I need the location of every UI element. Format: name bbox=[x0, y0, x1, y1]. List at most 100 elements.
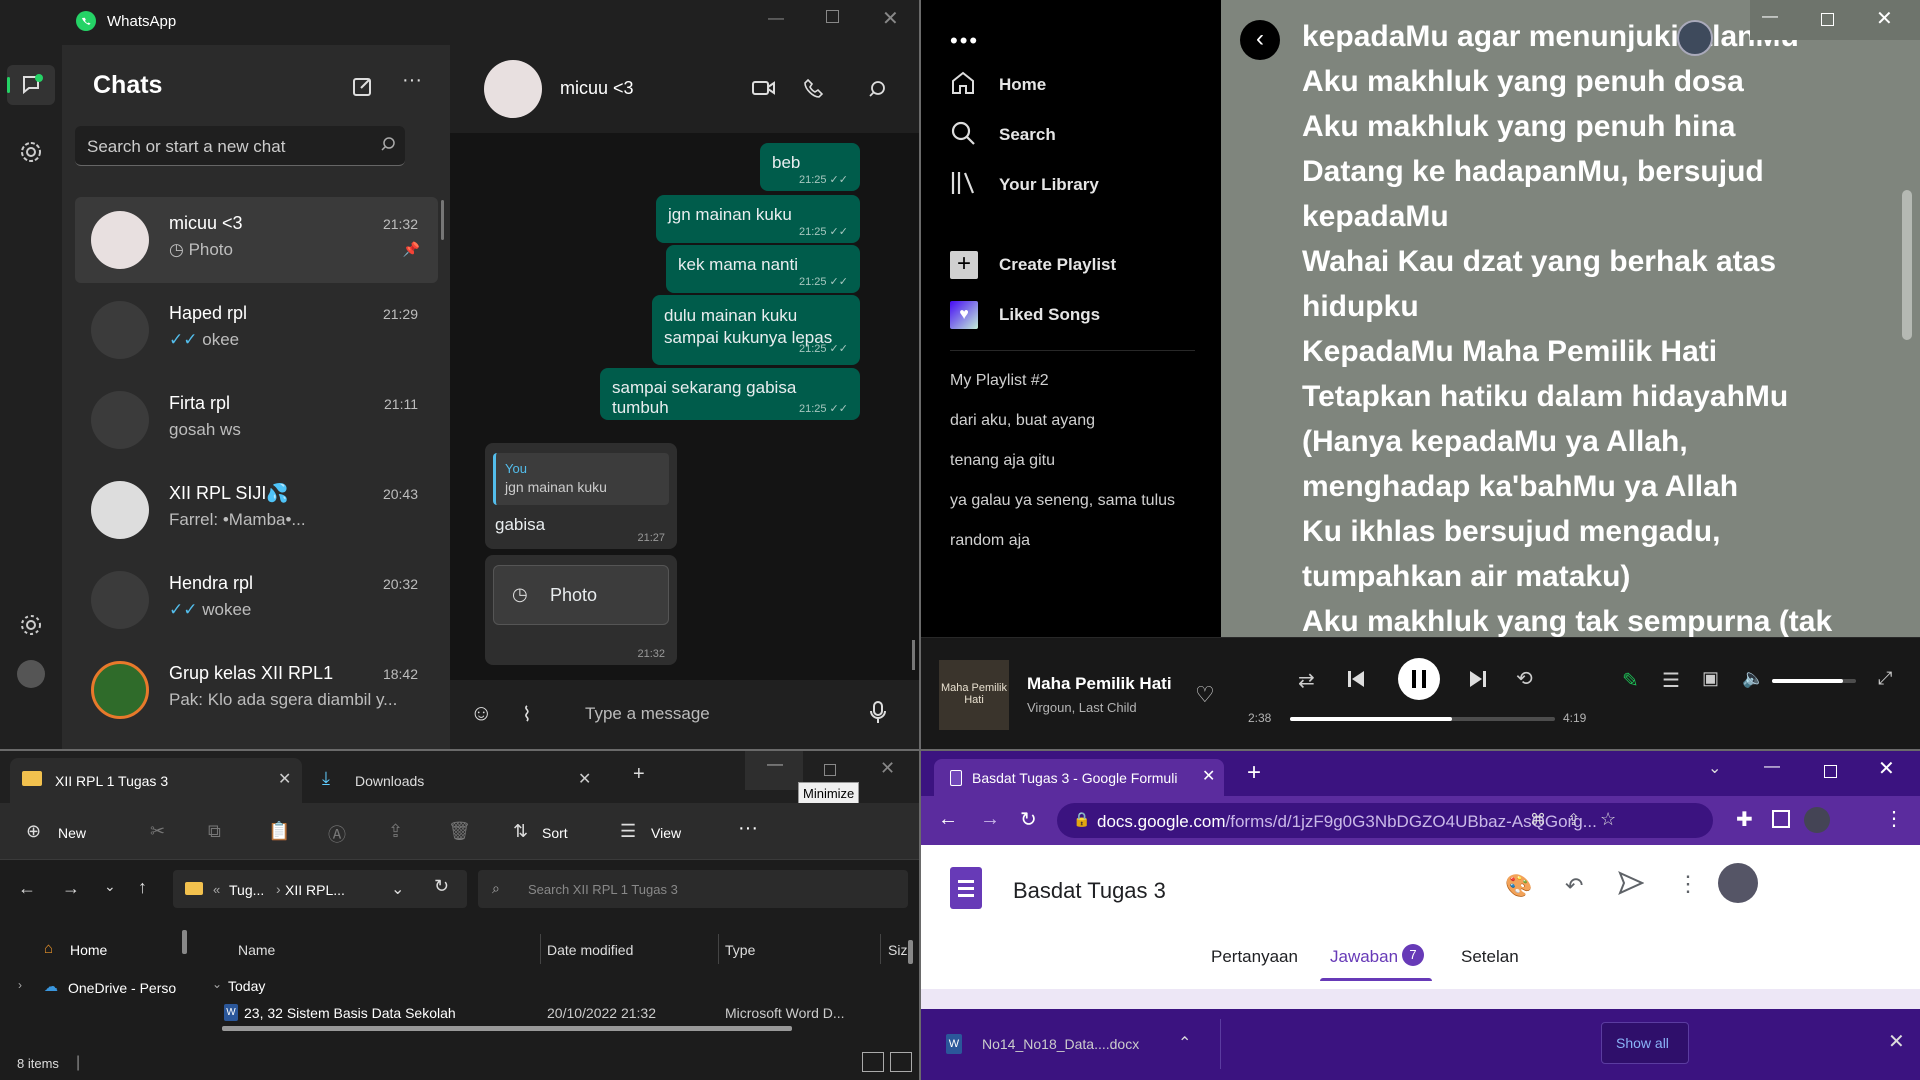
phone-icon[interactable] bbox=[804, 78, 824, 98]
paste-icon[interactable]: 📋 bbox=[268, 821, 290, 842]
translate-icon[interactable]: ⌘ bbox=[1530, 810, 1546, 830]
more-options-icon[interactable]: ⋮ bbox=[1677, 871, 1699, 897]
tab-jawaban[interactable]: Jawaban bbox=[1330, 947, 1398, 967]
forward-icon[interactable]: → bbox=[980, 808, 1000, 831]
file-row[interactable]: W 23, 32 Sistem Basis Data Sekolah 20/10… bbox=[220, 1000, 920, 1026]
search-input[interactable]: ⌕ Search XII RPL 1 Tugas 3 bbox=[478, 870, 908, 908]
show-all-button[interactable]: Show all bbox=[1601, 1022, 1689, 1064]
lyrics-scrollbar[interactable] bbox=[1902, 190, 1912, 340]
delete-icon[interactable]: 🗑 bbox=[448, 821, 471, 842]
palette-icon[interactable]: 🎨 bbox=[1505, 873, 1532, 899]
pause-button[interactable] bbox=[1398, 658, 1440, 700]
extensions-icon[interactable]: ✚ bbox=[1736, 807, 1753, 832]
new-tab-button[interactable]: + bbox=[633, 763, 645, 786]
create-playlist-button[interactable]: Create Playlist bbox=[999, 255, 1116, 275]
share-icon[interactable]: ⇪ bbox=[388, 821, 403, 842]
back-button[interactable]: ‹ bbox=[1240, 20, 1280, 60]
previous-icon[interactable] bbox=[1346, 669, 1366, 689]
lyrics-mic-icon[interactable]: ✎ bbox=[1622, 668, 1639, 693]
address-dropdown-icon[interactable]: ⌄ bbox=[391, 879, 404, 899]
tab-search-icon[interactable]: ⌄ bbox=[1708, 758, 1721, 778]
message-input[interactable]: Type a message bbox=[585, 704, 710, 724]
forward-icon[interactable]: → bbox=[62, 878, 80, 899]
plus-icon[interactable]: + bbox=[950, 251, 978, 279]
playlist-item[interactable]: My Playlist #2 bbox=[950, 372, 1049, 390]
bookmark-star-icon[interactable]: ☆ bbox=[1600, 809, 1616, 830]
user-avatar[interactable] bbox=[1677, 20, 1713, 56]
quoted-message[interactable]: You jgn mainan kuku bbox=[493, 453, 669, 505]
minimize-button[interactable]: — bbox=[1762, 8, 1778, 26]
rename-icon[interactable]: Ⓐ bbox=[328, 821, 346, 847]
expand-chevron-icon[interactable]: › bbox=[18, 978, 22, 992]
tiles-view-button[interactable] bbox=[890, 1052, 912, 1072]
home-icon[interactable] bbox=[950, 70, 976, 96]
view-button[interactable]: View bbox=[651, 825, 681, 841]
profile-avatar[interactable] bbox=[1804, 807, 1830, 833]
tab-basdat[interactable]: Basdat Tugas 3 - Google Formuli ✕ bbox=[934, 759, 1224, 796]
share-icon[interactable]: ⇪ bbox=[1567, 810, 1580, 830]
chat-item-grup-kelas[interactable]: Grup kelas XII RPL1 Pak: Klo ada sgera d… bbox=[75, 647, 438, 733]
status-icon[interactable] bbox=[19, 140, 43, 164]
new-button[interactable]: New bbox=[58, 825, 86, 841]
heart-icon[interactable]: ♥ bbox=[950, 301, 978, 329]
shuffle-icon[interactable]: ⇄ bbox=[1298, 668, 1315, 693]
sort-icon[interactable]: ⇅ bbox=[513, 821, 528, 842]
playlist-item[interactable]: ya galau ya seneng, sama tulus bbox=[950, 492, 1175, 510]
chat-item-xii-rpl-siji[interactable]: XII RPL SIJI💦 Farrel: •Mamba•... 20:43 bbox=[75, 467, 438, 553]
column-header-size[interactable]: Siz bbox=[888, 942, 907, 958]
chrome-menu-icon[interactable]: ⋮ bbox=[1884, 806, 1904, 831]
conversation-scrollbar[interactable] bbox=[912, 640, 915, 670]
close-tab-icon[interactable]: ✕ bbox=[278, 769, 291, 789]
undo-icon[interactable]: ↶ bbox=[1565, 873, 1583, 899]
address-bar[interactable]: « Tug... › XII RPL... ⌄ bbox=[173, 870, 467, 908]
volume-icon[interactable]: 🔈 bbox=[1742, 668, 1764, 689]
more-options-icon[interactable]: ··· bbox=[402, 69, 422, 92]
attach-icon[interactable]: ⌇ bbox=[522, 702, 532, 727]
repeat-icon[interactable]: ⟲ bbox=[1516, 666, 1533, 691]
tab-xii-rpl[interactable]: XII RPL 1 Tugas 3 ✕ bbox=[10, 758, 302, 803]
minimize-button[interactable]: — bbox=[768, 10, 784, 28]
album-art[interactable]: Maha Pemilik Hati bbox=[939, 660, 1009, 730]
back-icon[interactable]: ← bbox=[18, 878, 36, 899]
nav-home[interactable]: Home bbox=[999, 75, 1046, 95]
group-collapse-icon[interactable]: ⌄ bbox=[212, 977, 222, 991]
chat-list-scrollbar[interactable] bbox=[441, 200, 444, 240]
maximize-button[interactable] bbox=[826, 10, 839, 23]
breadcrumb-item[interactable]: Tug... bbox=[229, 882, 264, 898]
chat-item-haped[interactable]: Haped rpl ✓✓ okee 21:29 bbox=[75, 287, 438, 373]
tab-pertanyaan[interactable]: Pertanyaan bbox=[1211, 947, 1298, 967]
close-shelf-icon[interactable]: ✕ bbox=[1888, 1029, 1905, 1054]
next-icon[interactable] bbox=[1468, 669, 1488, 689]
new-plus-icon[interactable]: ⊕ bbox=[26, 821, 41, 842]
liked-songs-button[interactable]: Liked Songs bbox=[999, 305, 1100, 325]
file-list-scrollbar[interactable] bbox=[908, 940, 913, 964]
chat-item-hendra[interactable]: Hendra rpl ✓✓ wokee 20:32 bbox=[75, 557, 438, 643]
playlist-item[interactable]: random aja bbox=[950, 532, 1030, 550]
progress-bar[interactable] bbox=[1290, 717, 1555, 721]
close-button[interactable]: ✕ bbox=[880, 758, 895, 779]
search-input[interactable]: Search or start a new chat bbox=[75, 126, 405, 166]
column-header-name[interactable]: Name bbox=[238, 942, 275, 958]
breadcrumb-item[interactable]: XII RPL... bbox=[285, 882, 345, 898]
close-tab-icon[interactable]: ✕ bbox=[578, 769, 591, 789]
settings-icon[interactable] bbox=[19, 613, 43, 637]
view-icon[interactable]: ☰ bbox=[620, 821, 636, 842]
profile-avatar[interactable] bbox=[17, 660, 45, 688]
download-chevron-icon[interactable]: ⌃ bbox=[1178, 1033, 1191, 1053]
view-once-photo-button[interactable]: ◷ Photo bbox=[493, 565, 669, 625]
side-panel-icon[interactable] bbox=[1772, 810, 1790, 828]
close-button[interactable]: ✕ bbox=[882, 6, 899, 31]
chat-item-micuu[interactable]: micuu <3 ◷ Photo 21:32 📌 bbox=[75, 197, 438, 283]
close-tab-icon[interactable]: ✕ bbox=[1202, 766, 1215, 786]
copy-icon[interactable]: ⧉ bbox=[208, 821, 221, 842]
details-view-button[interactable] bbox=[862, 1052, 884, 1072]
nav-onedrive[interactable]: OneDrive - Perso bbox=[68, 980, 178, 996]
column-header-type[interactable]: Type bbox=[725, 942, 755, 958]
column-header-date[interactable]: Date modified bbox=[547, 942, 633, 958]
reload-icon[interactable]: ↻ bbox=[1020, 807, 1037, 832]
nav-search[interactable]: Search bbox=[999, 125, 1056, 145]
nav-library[interactable]: Your Library bbox=[999, 175, 1099, 195]
cut-icon[interactable]: ✂ bbox=[150, 821, 165, 842]
track-artist[interactable]: Virgoun, Last Child bbox=[1027, 700, 1137, 715]
recent-chevron-icon[interactable]: ⌄ bbox=[104, 878, 116, 895]
